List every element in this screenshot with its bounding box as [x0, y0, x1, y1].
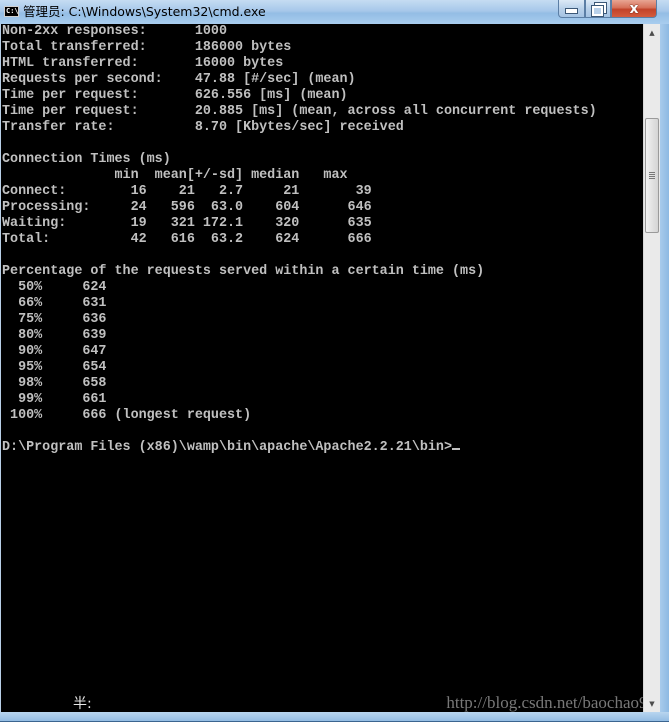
close-icon: x [629, 0, 639, 17]
watermark: http://blog.csdn.net/baochao95 [446, 693, 656, 712]
window-title: 管理员: C:\Windows\System32\cmd.exe [23, 4, 266, 19]
summary-line: Non-2xx responses: 1000 [2, 24, 227, 39]
percentiles-title: Percentage of the requests served within… [2, 264, 485, 279]
connection-times-row: Waiting: 19 321 172.1 320 635 [2, 216, 372, 231]
connection-times-row: Processing: 24 596 63.0 604 646 [2, 200, 372, 215]
percentile-row: 100% 666 (longest request) [2, 408, 252, 423]
scroll-up-button[interactable]: ▲ [644, 24, 660, 41]
minimize-button[interactable] [558, 0, 585, 18]
scroll-thumb[interactable] [645, 118, 659, 233]
title-bar[interactable]: C:\ 管理员: C:\Windows\System32\cmd.exe x [0, 0, 669, 24]
restore-button[interactable] [585, 0, 611, 18]
summary-line: Time per request: 20.885 [ms] (mean, acr… [2, 104, 597, 119]
console-text: Non-2xx responses: 1000 Total transferred… [1, 24, 643, 456]
percentile-row: 66% 631 [2, 296, 107, 311]
percentile-row: 98% 658 [2, 376, 107, 391]
percentile-row: 95% 654 [2, 360, 107, 375]
vertical-scrollbar[interactable]: ▲ ▼ [643, 24, 660, 712]
summary-line: Transfer rate: 8.70 [Kbytes/sec] receive… [2, 120, 404, 135]
scroll-down-icon: ▼ [649, 699, 655, 708]
window-frame-bottom [0, 712, 669, 722]
window-frame-right [660, 24, 669, 712]
percentile-row: 99% 661 [2, 392, 107, 407]
summary-line: HTML transferred: 16000 bytes [2, 56, 284, 71]
connection-times-row: Total: 42 616 63.2 624 666 [2, 232, 372, 247]
console-output[interactable]: Non-2xx responses: 1000 Total transferred… [0, 24, 643, 712]
text-cursor [452, 448, 460, 450]
summary-line: Requests per second: 47.88 [#/sec] (mean… [2, 72, 356, 87]
connection-times-header: min mean[+/-sd] median max [2, 168, 348, 183]
cmd-icon-label: C:\ [6, 7, 19, 15]
cmd-icon[interactable]: C:\ [4, 6, 19, 17]
percentile-row: 80% 639 [2, 328, 107, 343]
percentile-row: 50% 624 [2, 280, 107, 295]
percentile-row: 75% 636 [2, 312, 107, 327]
minimize-icon [565, 7, 578, 14]
command-prompt: D:\Program Files (x86)\wamp\bin\apache\A… [2, 440, 643, 456]
close-button[interactable]: x [611, 0, 657, 18]
scroll-up-icon: ▲ [649, 28, 655, 37]
grip-icon [649, 172, 655, 179]
percentile-row: 90% 647 [2, 344, 107, 359]
scroll-down-button[interactable]: ▼ [644, 695, 660, 712]
connection-times-title: Connection Times (ms) [2, 152, 171, 167]
summary-line: Total transferred: 186000 bytes [2, 40, 292, 55]
cmd-window: C:\ 管理员: C:\Windows\System32\cmd.exe x N… [0, 0, 669, 722]
connection-times-row: Connect: 16 21 2.7 21 39 [2, 184, 372, 199]
ime-status: 半: [73, 696, 92, 712]
restore-icon [591, 2, 607, 17]
summary-line: Time per request: 626.556 [ms] (mean) [2, 88, 348, 103]
